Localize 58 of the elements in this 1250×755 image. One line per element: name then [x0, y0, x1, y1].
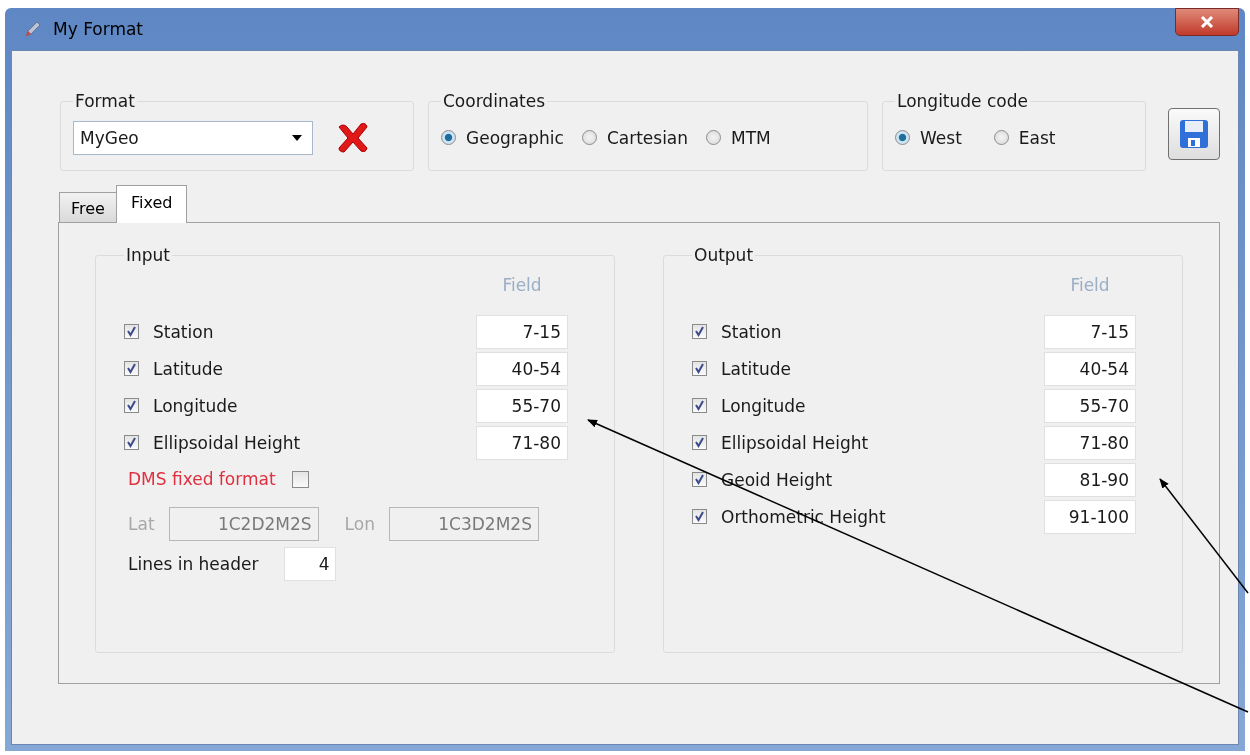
group-label: Coordinates: [442, 91, 547, 111]
checkmark-icon: [694, 511, 705, 522]
caret-icon: [292, 134, 302, 141]
checkbox-option[interactable]: Geoid Height: [692, 469, 833, 490]
checkbox-option[interactable]: Latitude: [692, 358, 791, 379]
field-range-input[interactable]: 91-100: [1044, 499, 1136, 534]
lat-format-input[interactable]: 1C2D2M2S: [168, 507, 319, 541]
tab[interactable]: Free: [59, 192, 117, 222]
field-range-input[interactable]: 55-70: [1044, 388, 1136, 423]
checkmark-icon: [694, 363, 705, 374]
checkmark-icon: [126, 437, 137, 448]
checkbox-option[interactable]: Longitude: [124, 395, 238, 416]
checkbox-option[interactable]: Ellipsoidal Height: [692, 432, 869, 453]
checkmark-icon: [126, 326, 137, 337]
field-range-input[interactable]: 7-15: [476, 314, 568, 349]
checkmark-icon: [694, 437, 705, 448]
tab[interactable]: Fixed: [115, 185, 188, 223]
lines-in-header-label: Lines in header: [128, 554, 259, 574]
checkmark-icon: [126, 400, 137, 411]
checkbox-option[interactable]: Longitude: [692, 395, 806, 416]
dms-label: DMS fixed format: [128, 469, 276, 489]
format-combo-box[interactable]: MyGeo: [73, 120, 313, 155]
column-header: Field: [1069, 275, 1111, 295]
checkbox-option[interactable]: Ellipsoidal Height: [124, 432, 301, 453]
field-range-input[interactable]: 40-54: [476, 351, 568, 386]
field-range-input[interactable]: 55-70: [476, 388, 568, 423]
radio-option[interactable]: Cartesian: [581, 127, 689, 148]
checkmark-icon: [694, 474, 705, 485]
group-label: Output: [693, 245, 755, 265]
window-title: My Format: [53, 19, 144, 39]
checkmark-icon: [694, 400, 705, 411]
field-range-input[interactable]: 81-90: [1044, 462, 1136, 497]
radio-option[interactable]: MTM: [706, 127, 771, 148]
checkmark-icon: [126, 363, 137, 374]
group-label: Format: [74, 91, 136, 111]
checkbox-option[interactable]: Station: [124, 321, 214, 342]
pencil-icon: [23, 19, 43, 39]
radio-option[interactable]: West: [895, 127, 962, 148]
checkbox-option[interactable]: Latitude: [124, 358, 223, 379]
lon-format-input[interactable]: 1C3D2M2S: [388, 507, 539, 541]
save-button[interactable]: [1168, 108, 1220, 160]
radio-option[interactable]: Geographic: [441, 127, 564, 148]
group-label: Input: [125, 245, 172, 265]
field-range-input[interactable]: 7-15: [1044, 314, 1136, 349]
checkbox-option[interactable]: Station: [692, 321, 782, 342]
close-button[interactable]: [1175, 8, 1239, 36]
field-range-input[interactable]: 71-80: [1044, 425, 1136, 460]
field-range-input[interactable]: 40-54: [1044, 351, 1136, 386]
lon-label: Lon: [344, 514, 375, 534]
radio-option[interactable]: East: [993, 127, 1056, 148]
lat-label: Lat: [128, 514, 155, 534]
close-icon: [1200, 16, 1214, 28]
group-label: Longitude code: [896, 91, 1029, 111]
column-header: Field: [501, 275, 543, 295]
lines-in-header-input[interactable]: 4: [284, 547, 337, 581]
checkmark-icon: [694, 326, 705, 337]
dms-checkbox[interactable]: [291, 470, 309, 488]
field-range-input[interactable]: 71-80: [476, 425, 568, 460]
